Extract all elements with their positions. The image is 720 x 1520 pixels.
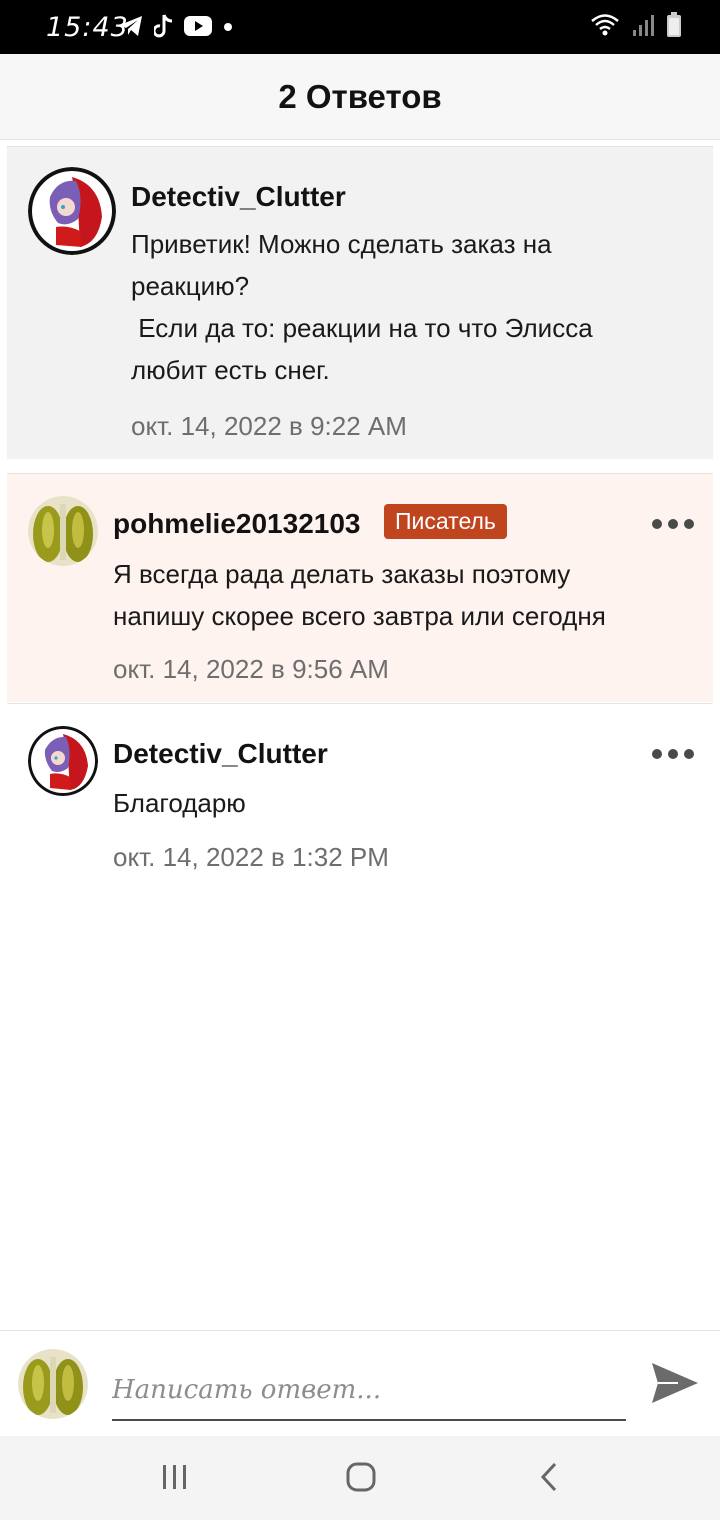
avatar[interactable] [28, 726, 98, 796]
comment-author[interactable]: pohmelie20132103 [113, 508, 361, 540]
back-icon [537, 1461, 561, 1498]
send-button[interactable] [648, 1357, 700, 1409]
status-bar: 15:43 [0, 0, 720, 54]
page-title: 2 Ответов [278, 77, 442, 115]
comment-text: Я всегда рада делать заказы поэтому напи… [113, 559, 606, 631]
comment-item: Detectiv_Clutter Благодарю окт. 14, 2022… [7, 703, 713, 903]
writer-badge: Писатель [384, 504, 507, 539]
back-button[interactable] [526, 1456, 572, 1502]
avatar[interactable] [28, 167, 116, 255]
more-options-button[interactable] [652, 519, 694, 529]
dot [652, 519, 662, 529]
comment-text: Благодарю [113, 788, 246, 818]
wifi-icon [590, 12, 620, 43]
current-user-avatar [18, 1349, 88, 1419]
home-icon [345, 1461, 377, 1498]
header: 2 Ответов [0, 54, 720, 140]
comment-author[interactable]: Detectiv_Clutter [131, 181, 346, 213]
youtube-icon [184, 15, 212, 42]
signal-icon [632, 12, 654, 43]
system-nav-bar [0, 1436, 720, 1520]
comment-time: окт. 14, 2022 в 1:32 PM [113, 842, 389, 872]
battery-icon [666, 12, 682, 43]
home-button[interactable] [338, 1456, 384, 1502]
recent-apps-button[interactable] [152, 1456, 198, 1502]
comment-item: pohmelie20132103 Писатель Я всегда рада … [7, 473, 713, 702]
dot [684, 749, 694, 759]
dot [668, 519, 678, 529]
comment-text: Приветик! Можно сделать заказ на реакцию… [131, 229, 593, 385]
dot [668, 749, 678, 759]
comment-author[interactable]: Detectiv_Clutter [113, 738, 328, 770]
reply-input[interactable] [112, 1361, 626, 1421]
status-time: 15:43 [46, 12, 129, 43]
dot [684, 519, 694, 529]
reply-bar [0, 1330, 720, 1436]
comment-time: окт. 14, 2022 в 9:56 AM [113, 654, 389, 684]
comment-time: окт. 14, 2022 в 9:22 AM [131, 411, 407, 441]
dot [652, 749, 662, 759]
status-notification-icons [118, 13, 234, 44]
more-options-button[interactable] [652, 749, 694, 759]
recent-apps-icon [160, 1463, 190, 1496]
status-system-icons [590, 12, 682, 43]
comment-item: Detectiv_Clutter Приветик! Можно сделать… [7, 146, 713, 459]
dot-icon [222, 20, 234, 38]
telegram-icon [118, 14, 144, 43]
avatar[interactable] [28, 496, 98, 566]
send-icon [648, 1363, 700, 1413]
tiktok-icon [152, 13, 174, 44]
